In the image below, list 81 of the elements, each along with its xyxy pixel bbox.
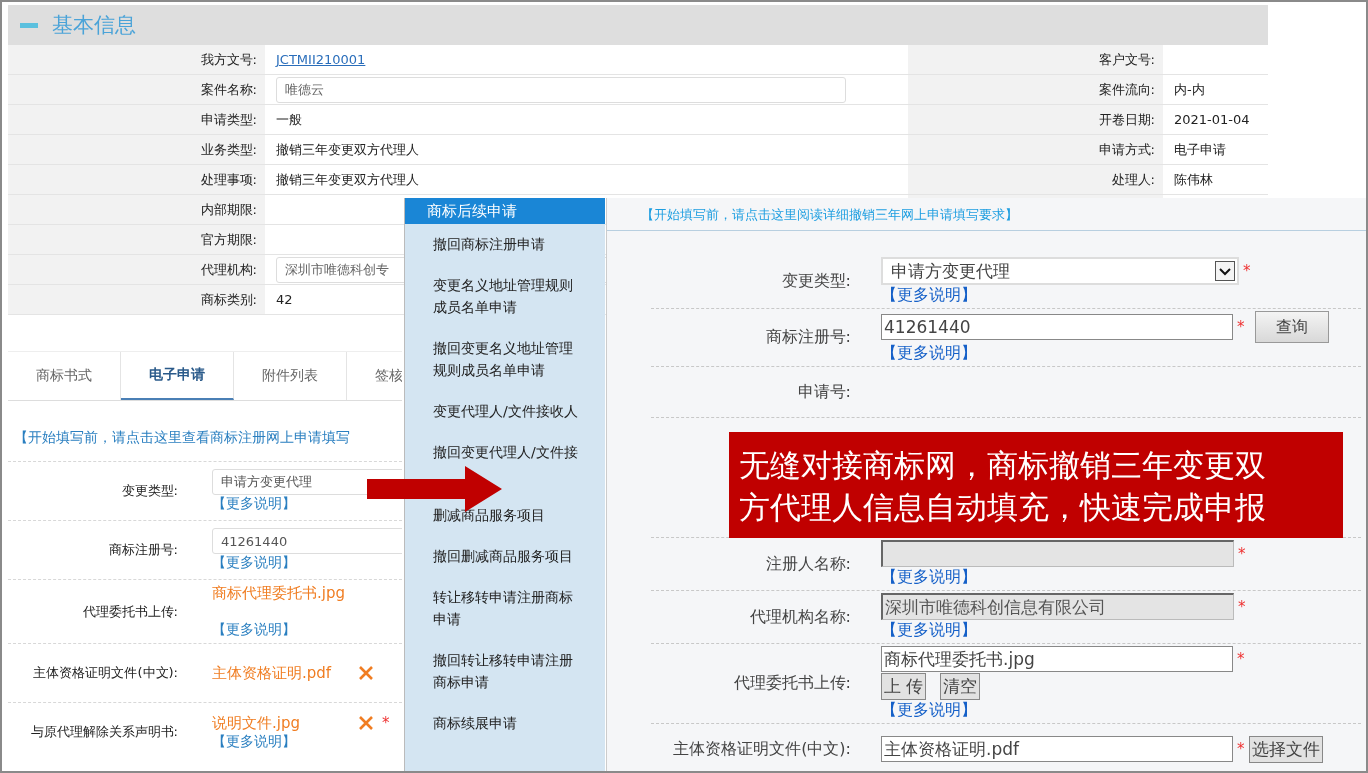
field-label: 商标类别: — [8, 285, 265, 314]
field-label: 客户文号: — [1098, 50, 1155, 69]
required-mark: * — [1238, 544, 1246, 563]
field-label: 案件流向: — [1098, 80, 1155, 99]
field-value: 42 — [276, 292, 293, 307]
tab[interactable]: 商标书式 — [8, 352, 121, 400]
required-mark: * — [1238, 597, 1246, 616]
menu-item[interactable]: 变更名义地址管理规则成员名单申请 — [433, 274, 583, 318]
field-label: 开卷日期: — [1098, 110, 1155, 129]
more-info-link[interactable]: 【更多说明】 — [212, 732, 296, 751]
more-info-link[interactable]: 【更多说明】 — [212, 554, 296, 572]
field-label: 主体资格证明文件(中文): — [672, 738, 852, 760]
field-label: 申请类型: — [8, 105, 265, 134]
field-label: 我方文号: — [8, 45, 265, 74]
field-label: 主体资格证明文件(中文): — [32, 664, 178, 682]
choose-file-button[interactable]: 选择文件 — [1248, 735, 1323, 763]
input-field[interactable]: 唯德云 — [276, 76, 846, 103]
menu-item[interactable]: 变更代理人/文件接收人 — [433, 400, 583, 422]
menu-item[interactable]: 转让移转申请注册商标申请 — [433, 586, 583, 630]
field-label: 申请方式: — [1098, 140, 1155, 159]
callout-text: 无缝对接商标网，商标撤销三年变更双 — [739, 446, 1267, 485]
input-field[interactable]: 41261440 — [212, 528, 402, 554]
remove-icon[interactable] — [358, 665, 374, 681]
menu-item[interactable]: 撤回转让移转申请注册商标申请 — [433, 649, 583, 693]
field-label: 处理人: — [1111, 170, 1155, 189]
menu-item[interactable]: 撤回商标注册申请 — [433, 233, 583, 255]
field-label: 处理事项: — [8, 165, 265, 194]
input-field[interactable]: 41261440 — [881, 314, 1233, 340]
upload-button[interactable]: 上 传 — [881, 673, 927, 700]
field-value: 陈伟林 — [1174, 170, 1213, 189]
field-label: 业务类型: — [8, 135, 265, 164]
caret-icon — [1215, 261, 1235, 281]
more-info-link[interactable]: 【更多说明】 — [881, 343, 1361, 364]
more-info-link[interactable]: 【更多说明】 — [212, 495, 296, 513]
section-title: 基本信息 — [52, 12, 136, 39]
field-label: 案件名称: — [8, 75, 265, 104]
field-label: 申请号: — [796, 381, 852, 403]
upload-button[interactable]: 清空 — [940, 673, 981, 700]
menu-item[interactable]: 商标续展申请 — [433, 712, 583, 734]
required-mark: * — [1237, 318, 1245, 336]
field-label: 变更类型: — [120, 482, 178, 500]
field-label: 官方期限: — [8, 225, 265, 254]
field-value: 一般 — [276, 110, 302, 129]
input-field[interactable]: 商标代理委托书.jpg — [881, 646, 1233, 672]
menu-item[interactable]: 撤回变更名义地址管理规则成员名单申请 — [433, 337, 583, 381]
field-label: 与原代理解除关系声明书: — [29, 723, 178, 741]
field-value: 电子申请 — [1174, 140, 1226, 159]
field-label: 代理委托书上传: — [81, 602, 178, 621]
case-number-link[interactable]: JCTMII210001 — [276, 52, 366, 67]
required-mark: * — [1243, 262, 1251, 280]
required-mark: * — [382, 714, 390, 732]
field-label: 注册人名称: — [764, 553, 852, 575]
input-field[interactable]: 主体资格证明.pdf — [881, 736, 1233, 762]
more-info-link[interactable]: 【更多说明】 — [212, 621, 296, 639]
field-label: 商标注册号: — [107, 541, 178, 559]
query-button[interactable]: 查询 — [1254, 311, 1329, 343]
more-info-link[interactable]: 【更多说明】 — [881, 700, 1361, 721]
field-label: 代理机构: — [8, 255, 265, 284]
field-label: 商标注册号: — [764, 327, 852, 348]
field-label: 变更类型: — [780, 271, 852, 292]
field-value: 撤销三年变更双方代理人 — [276, 140, 419, 159]
dropdown[interactable]: 申请方变更代理 — [881, 257, 1239, 285]
required-mark: * — [1237, 650, 1245, 668]
required-mark: * — [1237, 740, 1245, 758]
field-value: 2021-01-04 — [1174, 112, 1250, 127]
field-value: 撤销三年变更双方代理人 — [276, 170, 419, 189]
tab[interactable]: 电子申请 — [121, 352, 234, 400]
field-label: 代理委托书上传: — [732, 673, 852, 694]
field-label: 代理机构名称: — [748, 606, 852, 628]
menu-header[interactable]: 商标后续申请 — [405, 198, 605, 224]
remove-icon[interactable] — [358, 715, 374, 731]
callout-text: 方代理人信息自动填充，快速完成申报 — [739, 488, 1267, 527]
field-value: 内-内 — [1174, 80, 1205, 99]
menu-item[interactable]: 删减商品服务项目 — [433, 504, 583, 526]
field-label: 内部期限: — [8, 195, 265, 224]
instructions-link[interactable]: 【开始填写前，请点击这里查看商标注册网上申请填写 — [14, 429, 402, 461]
tab[interactable]: 附件列表 — [234, 352, 347, 400]
more-info-link[interactable]: 【更多说明】 — [881, 285, 1361, 306]
collapse-icon[interactable] — [20, 22, 38, 28]
menu-item[interactable]: 撤回删减商品服务项目 — [433, 545, 583, 567]
menu-item[interactable]: 撤回变更代理人/文件接 — [433, 441, 583, 463]
